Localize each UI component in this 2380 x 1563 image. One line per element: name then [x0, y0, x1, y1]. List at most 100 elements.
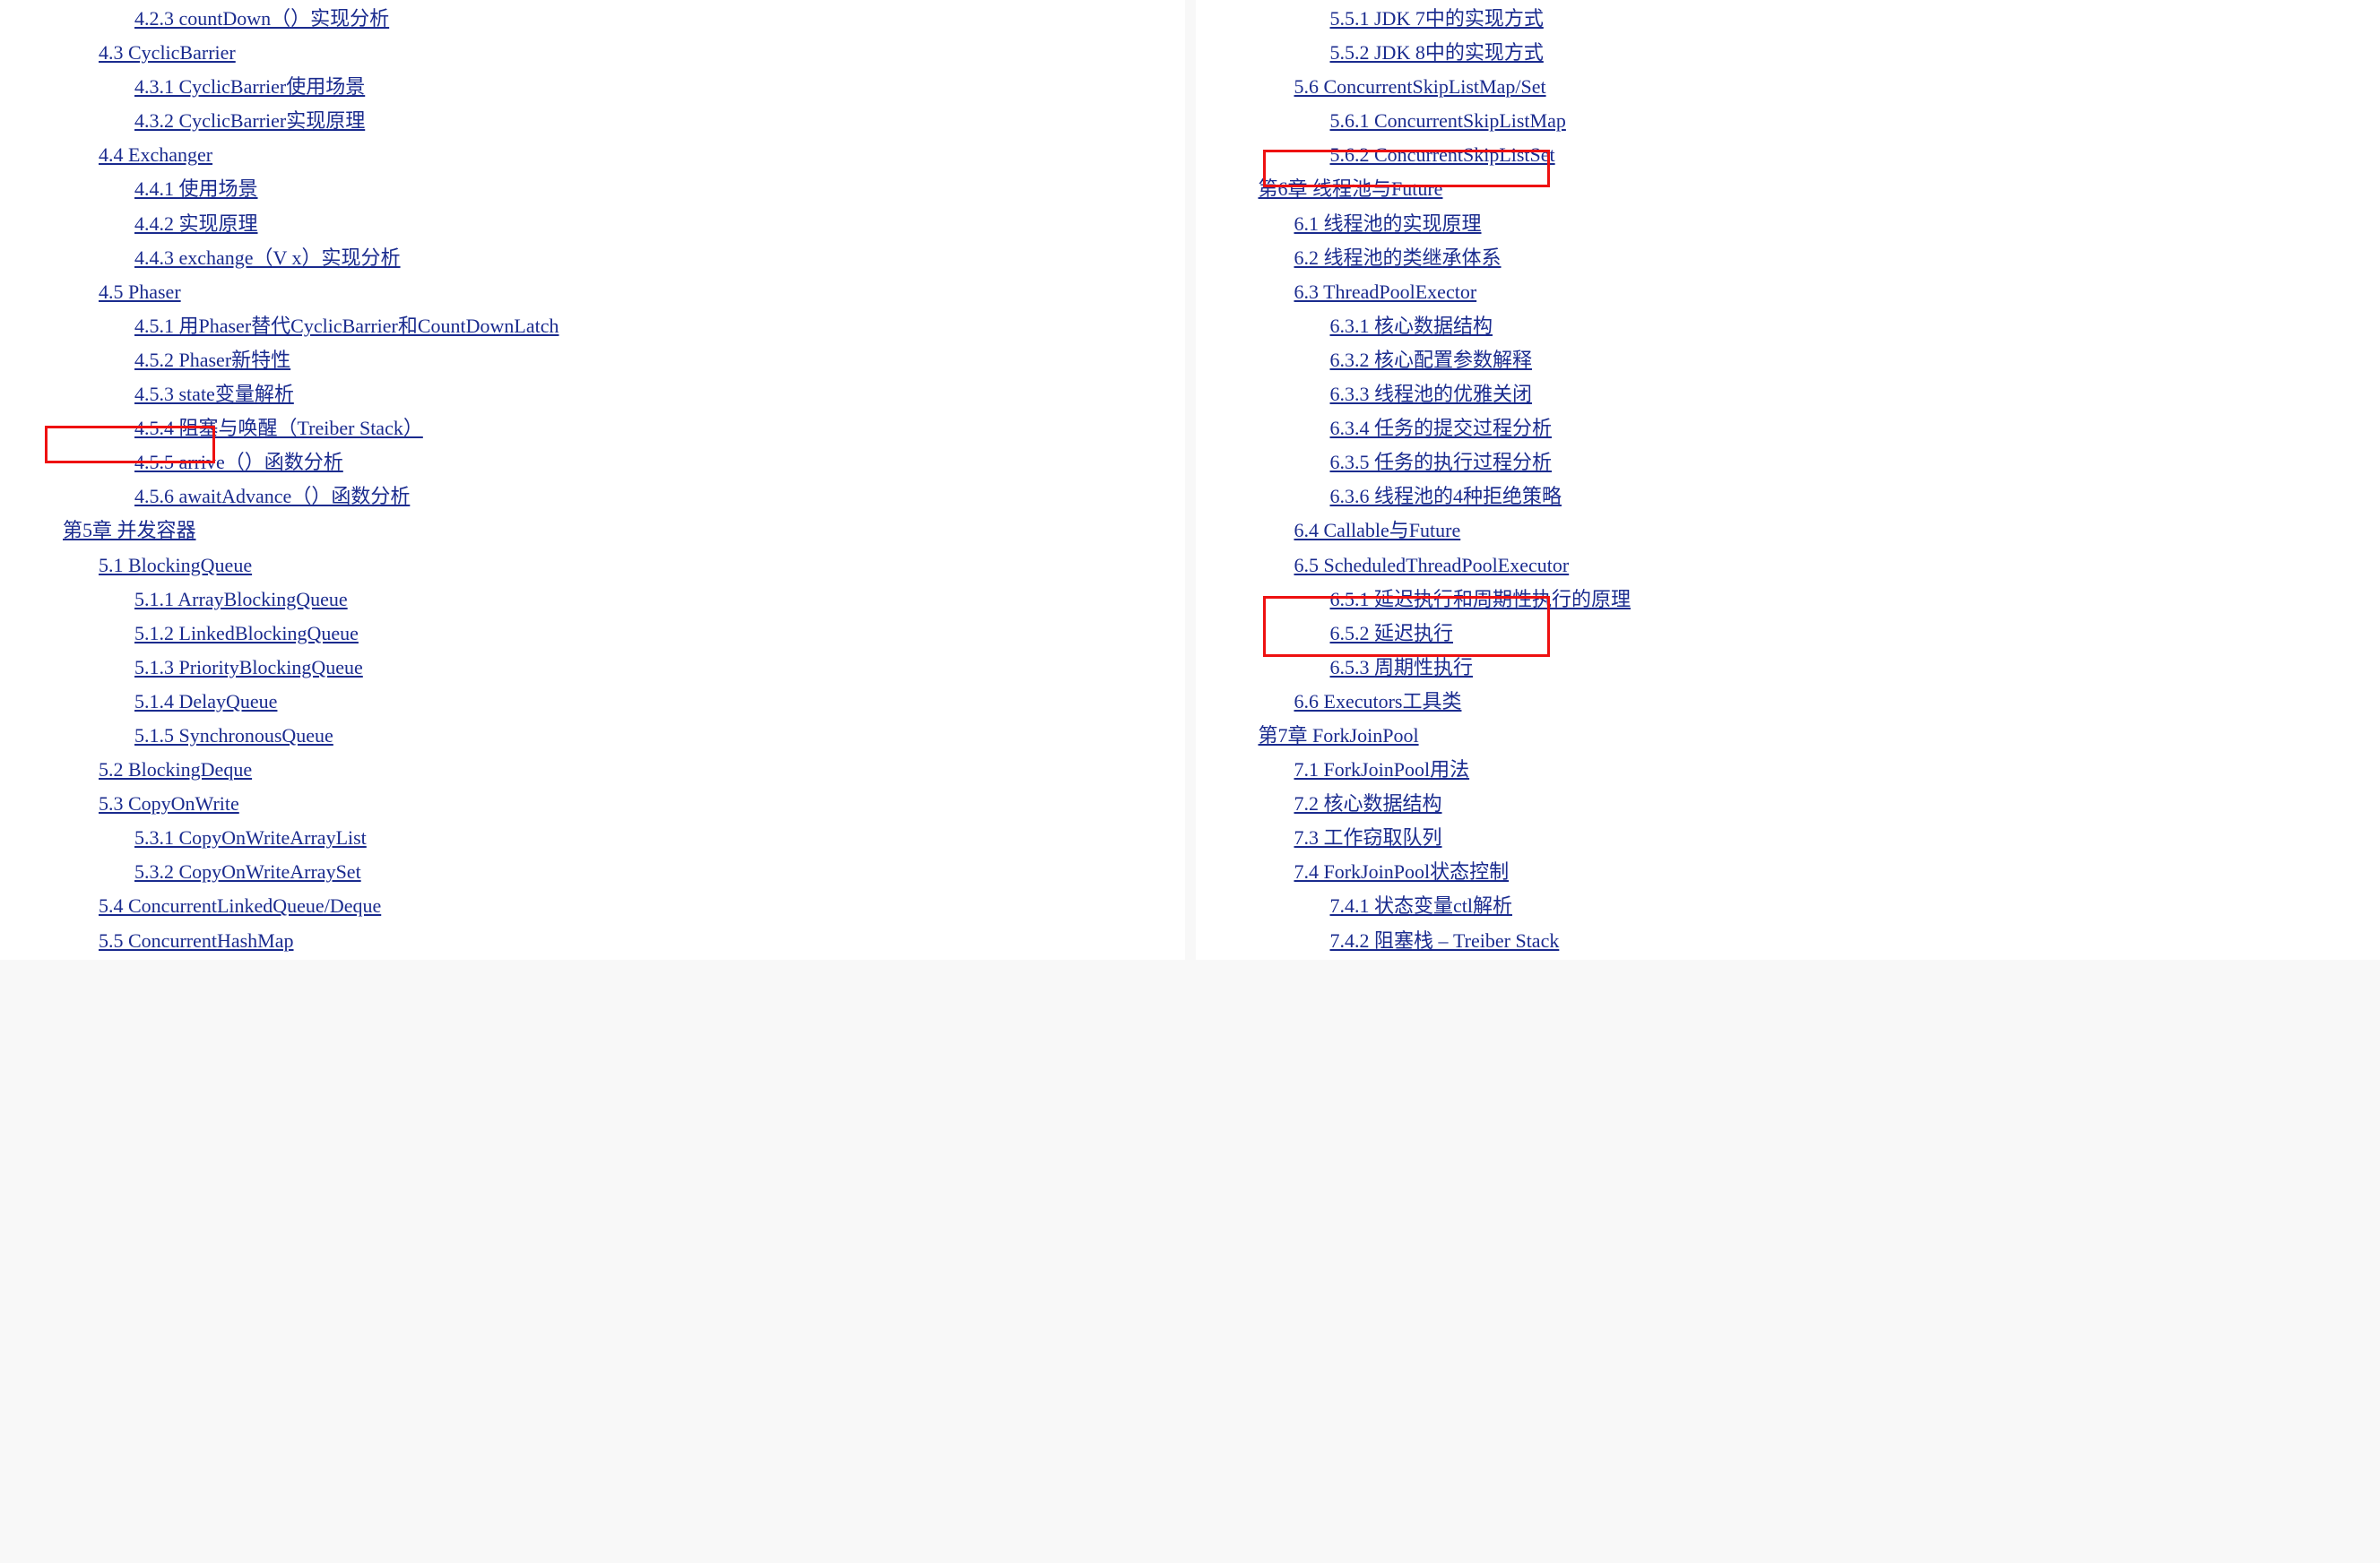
toc-link[interactable]: 第6章 线程池与Future	[1259, 177, 1443, 200]
toc-link[interactable]: 6.5.1 延迟执行和周期性执行的原理	[1330, 588, 1631, 610]
toc-entry: 4.5.6 awaitAdvance（）函数分析	[63, 481, 1158, 512]
toc-link[interactable]: 7.4.1 状态变量ctl解析	[1330, 894, 1513, 917]
toc-link[interactable]: 6.2 线程池的类继承体系	[1294, 246, 1502, 269]
toc-link[interactable]: 5.1 BlockingQueue	[99, 554, 252, 576]
document-spread: 4.2.3 countDown（）实现分析 4.3 CyclicBarrier 4.…	[0, 0, 2380, 960]
toc-link[interactable]: 4.3.1 CyclicBarrier使用场景	[134, 75, 365, 98]
toc-entry: 5.6.2 ConcurrentSkipListSet	[1259, 140, 2354, 170]
toc-entry: 4.2.3 countDown（）实现分析	[63, 4, 1158, 34]
toc-link[interactable]: 6.3.5 任务的执行过程分析	[1330, 451, 1553, 473]
toc-link[interactable]: 5.6.1 ConcurrentSkipListMap	[1330, 109, 1566, 132]
toc-link[interactable]: 4.5.2 Phaser新特性	[134, 349, 290, 371]
toc-entry: 4.5.1 用Phaser替代CyclicBarrier和CountDownLa…	[63, 311, 1158, 341]
toc-entry: 6.5.1 延迟执行和周期性执行的原理	[1259, 584, 2354, 615]
toc-link[interactable]: 4.5.6 awaitAdvance（）函数分析	[134, 485, 410, 507]
toc-entry: 5.1.2 LinkedBlockingQueue	[63, 618, 1158, 649]
toc-entry: 5.1.1 ArrayBlockingQueue	[63, 584, 1158, 615]
toc-entry: 4.4.1 使用场景	[63, 174, 1158, 204]
toc-link[interactable]: 4.4.2 实现原理	[134, 212, 258, 235]
toc-link[interactable]: 5.5 ConcurrentHashMap	[99, 929, 294, 952]
toc-entry: 6.4 Callable与Future	[1259, 515, 2354, 546]
toc-entry: 5.1.5 SynchronousQueue	[63, 721, 1158, 751]
toc-link[interactable]: 6.5 ScheduledThreadPoolExecutor	[1294, 554, 1570, 576]
page-left: 4.2.3 countDown（）实现分析 4.3 CyclicBarrier 4.…	[0, 0, 1185, 960]
toc-entry: 6.5.2 延迟执行	[1259, 618, 2354, 649]
page-right: 5.5.1 JDK 7中的实现方式 5.5.2 JDK 8中的实现方式 5.6 Co…	[1196, 0, 2380, 960]
toc-entry: 7.4 ForkJoinPool状态控制	[1259, 857, 2354, 887]
toc-link[interactable]: 7.4.2 阻塞栈 – Treiber Stack	[1330, 929, 1560, 952]
toc-link[interactable]: 4.5.5 arrive（）函数分析	[134, 451, 343, 473]
toc-link[interactable]: 6.4 Callable与Future	[1294, 519, 1461, 541]
toc-link[interactable]: 4.3.2 CyclicBarrier实现原理	[134, 109, 365, 132]
toc-link[interactable]: 4.5.3 state变量解析	[134, 383, 294, 405]
toc-link[interactable]: 4.4.3 exchange（V x）实现分析	[134, 246, 401, 269]
toc-link[interactable]: 7.1 ForkJoinPool用法	[1294, 758, 1470, 781]
toc-link[interactable]: 5.6 ConcurrentSkipListMap/Set	[1294, 75, 1546, 98]
toc-link[interactable]: 6.5.2 延迟执行	[1330, 622, 1454, 644]
toc-entry: 4.5 Phaser	[63, 277, 1158, 307]
toc-entry: 6.3.4 任务的提交过程分析	[1259, 413, 2354, 444]
toc-link[interactable]: 6.3.1 核心数据结构	[1330, 315, 1493, 337]
toc-entry: 6.3.2 核心配置参数解释	[1259, 345, 2354, 376]
toc-link[interactable]: 4.5.4 阻塞与唤醒（Treiber Stack）	[134, 417, 423, 439]
toc-entry: 5.6 ConcurrentSkipListMap/Set	[1259, 72, 2354, 102]
toc-link[interactable]: 7.2 核心数据结构	[1294, 792, 1442, 815]
toc-entry: 7.3 工作窃取队列	[1259, 823, 2354, 853]
toc-link[interactable]: 5.3.1 CopyOnWriteArrayList	[134, 826, 367, 849]
toc-link[interactable]: 4.4.1 使用场景	[134, 177, 258, 200]
toc-link[interactable]: 4.2.3 countDown（）实现分析	[134, 7, 389, 30]
toc-entry: 6.3.5 任务的执行过程分析	[1259, 447, 2354, 478]
toc-entry: 5.5.2 JDK 8中的实现方式	[1259, 38, 2354, 68]
toc-link[interactable]: 6.1 线程池的实现原理	[1294, 212, 1482, 235]
toc-link[interactable]: 6.6 Executors工具类	[1294, 690, 1462, 712]
toc-entry: 6.3.1 核心数据结构	[1259, 311, 2354, 341]
toc-entry: 6.5.3 周期性执行	[1259, 652, 2354, 683]
toc-link[interactable]: 4.3 CyclicBarrier	[99, 41, 236, 64]
toc-link[interactable]: 6.3.3 线程池的优雅关闭	[1330, 383, 1533, 405]
toc-link[interactable]: 5.1.2 LinkedBlockingQueue	[134, 622, 359, 644]
toc-link[interactable]: 第7章 ForkJoinPool	[1259, 724, 1419, 747]
toc-link[interactable]: 6.3.6 线程池的4种拒绝策略	[1330, 485, 1562, 507]
toc-link[interactable]: 5.3 CopyOnWrite	[99, 792, 239, 815]
toc-entry: 4.4.3 exchange（V x）实现分析	[63, 243, 1158, 273]
toc-entry: 4.3.2 CyclicBarrier实现原理	[63, 106, 1158, 136]
toc-entry: 5.5 ConcurrentHashMap	[63, 926, 1158, 956]
toc-entry: 5.5.1 JDK 7中的实现方式	[1259, 4, 2354, 34]
toc-link[interactable]: 4.4 Exchanger	[99, 143, 212, 166]
toc-list-right: 5.5.1 JDK 7中的实现方式 5.5.2 JDK 8中的实现方式 5.6 Co…	[1259, 4, 2354, 956]
toc-link[interactable]: 第5章 并发容器	[63, 519, 196, 541]
toc-entry: 7.4.1 状态变量ctl解析	[1259, 891, 2354, 921]
toc-entry: 4.5.5 arrive（）函数分析	[63, 447, 1158, 478]
toc-link[interactable]: 5.1.3 PriorityBlockingQueue	[134, 656, 363, 678]
toc-link[interactable]: 6.3.4 任务的提交过程分析	[1330, 417, 1553, 439]
toc-entry: 5.3.1 CopyOnWriteArrayList	[63, 823, 1158, 853]
toc-link[interactable]: 6.5.3 周期性执行	[1330, 656, 1474, 678]
toc-entry: 5.1.3 PriorityBlockingQueue	[63, 652, 1158, 683]
toc-link[interactable]: 5.5.2 JDK 8中的实现方式	[1330, 41, 1544, 64]
toc-entry: 4.5.3 state变量解析	[63, 379, 1158, 410]
toc-entry: 6.3 ThreadPoolExector	[1259, 277, 2354, 307]
toc-link[interactable]: 6.3.2 核心配置参数解释	[1330, 349, 1533, 371]
toc-link[interactable]: 4.5.1 用Phaser替代CyclicBarrier和CountDownLa…	[134, 315, 559, 337]
toc-link[interactable]: 5.3.2 CopyOnWriteArraySet	[134, 860, 361, 883]
toc-link[interactable]: 7.4 ForkJoinPool状态控制	[1294, 860, 1510, 883]
toc-link[interactable]: 7.3 工作窃取队列	[1294, 826, 1442, 849]
toc-link[interactable]: 5.4 ConcurrentLinkedQueue/Deque	[99, 894, 381, 917]
toc-link[interactable]: 4.5 Phaser	[99, 281, 181, 303]
toc-entry: 6.3.3 线程池的优雅关闭	[1259, 379, 2354, 410]
toc-entry: 5.3 CopyOnWrite	[63, 789, 1158, 819]
toc-link[interactable]: 5.6.2 ConcurrentSkipListSet	[1330, 143, 1555, 166]
toc-link[interactable]: 5.1.1 ArrayBlockingQueue	[134, 588, 348, 610]
toc-entry: 6.6 Executors工具类	[1259, 687, 2354, 717]
toc-entry: 5.4 ConcurrentLinkedQueue/Deque	[63, 891, 1158, 921]
toc-link[interactable]: 5.1.4 DelayQueue	[134, 690, 277, 712]
toc-link[interactable]: 5.1.5 SynchronousQueue	[134, 724, 333, 747]
toc-link[interactable]: 5.2 BlockingDeque	[99, 758, 252, 781]
toc-entry: 4.5.4 阻塞与唤醒（Treiber Stack）	[63, 413, 1158, 444]
toc-entry: 4.3.1 CyclicBarrier使用场景	[63, 72, 1158, 102]
toc-entry: 6.3.6 线程池的4种拒绝策略	[1259, 481, 2354, 512]
toc-entry: 4.5.2 Phaser新特性	[63, 345, 1158, 376]
toc-entry: 6.5 ScheduledThreadPoolExecutor	[1259, 550, 2354, 581]
toc-link[interactable]: 5.5.1 JDK 7中的实现方式	[1330, 7, 1544, 30]
toc-link[interactable]: 6.3 ThreadPoolExector	[1294, 281, 1477, 303]
